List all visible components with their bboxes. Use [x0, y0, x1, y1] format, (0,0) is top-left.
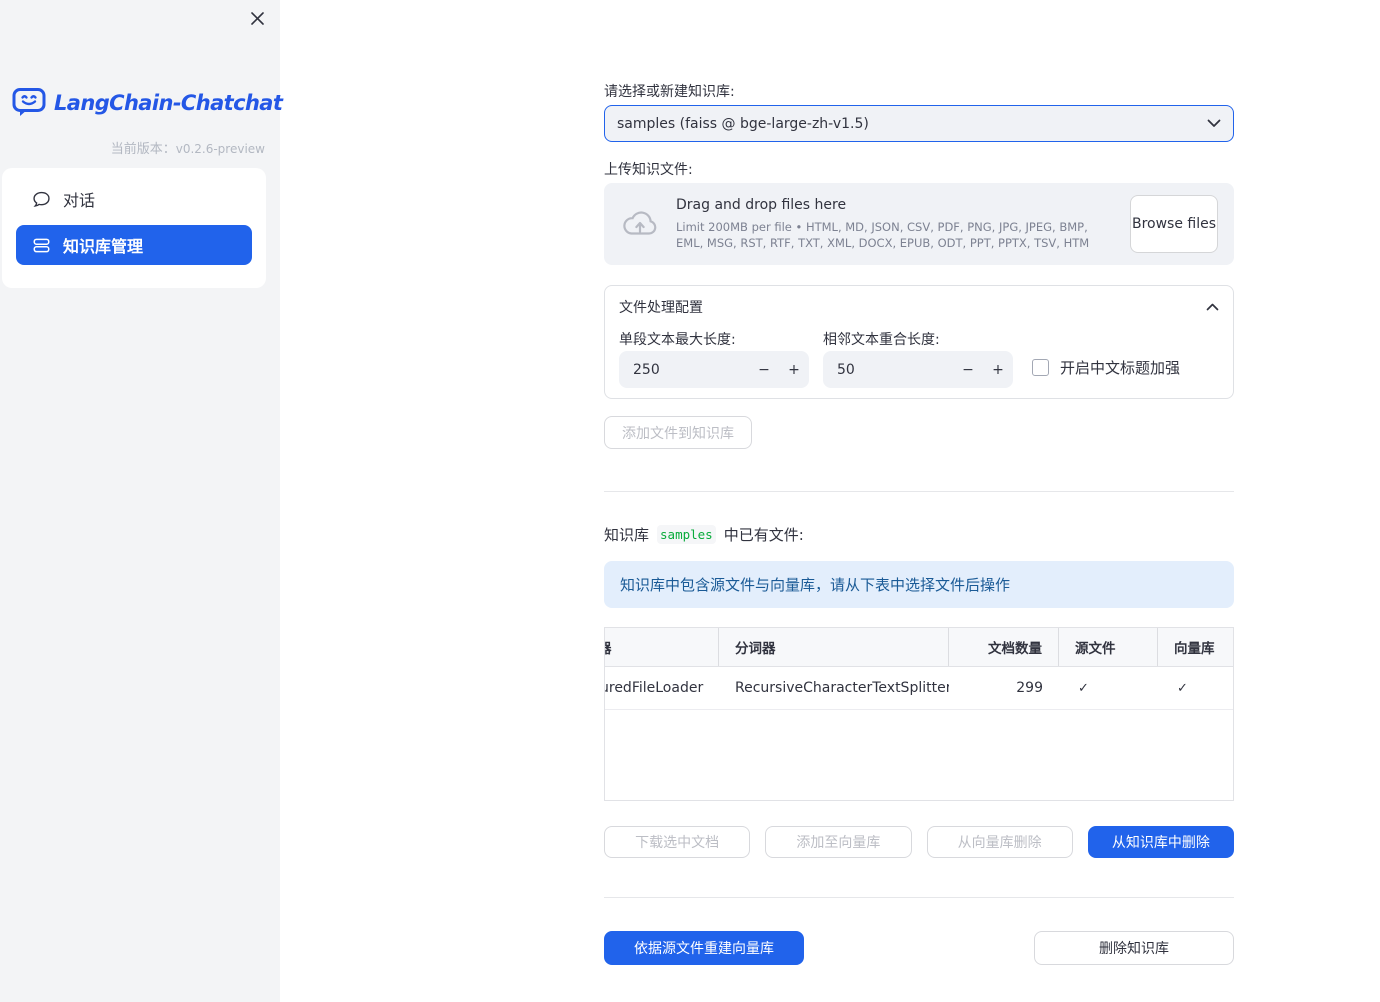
- divider: [604, 897, 1234, 898]
- expander-title: 文件处理配置: [619, 300, 703, 316]
- file-config-expander: 文件处理配置 单段文本最大长度: 相邻文本重合长度: 250 − + 50 − …: [604, 285, 1234, 399]
- uploader-limit-text: Limit 200MB per file • HTML, MD, JSON, C…: [676, 219, 1090, 250]
- kb-selected-value: samples (faiss @ bge-large-zh-v1.5): [617, 115, 869, 132]
- sidebar-menu: 对话 知识库管理: [2, 168, 266, 288]
- version-info: 当前版本：v0.2.6-preview: [111, 138, 265, 157]
- chat-smiley-logo-icon: [12, 87, 46, 118]
- kb-files-suffix: 中已有文件:: [723, 526, 804, 544]
- sidebar-item-label: 知识库管理: [63, 237, 144, 256]
- app-title: LangChain-Chatchat: [54, 90, 283, 115]
- checkbox-icon: [1032, 359, 1049, 376]
- table-row[interactable]: uredFileLoader RecursiveCharacterTextSpl…: [605, 667, 1233, 710]
- main-content: 请选择或新建知识库: samples (faiss @ bge-large-zh…: [604, 0, 1234, 1002]
- file-action-buttons: 下载选中文档 添加至向量库 从向量库删除 从知识库中删除: [604, 826, 1234, 858]
- kb-files-heading: 知识库 samples 中已有文件:: [604, 524, 804, 545]
- increment-button[interactable]: +: [983, 351, 1013, 388]
- zh-title-enhance-label: 开启中文标题加强: [1060, 359, 1181, 377]
- uploader-text-block: Drag and drop files here Limit 200MB per…: [676, 197, 1114, 251]
- chunk-overlap-label: 相邻文本重合长度:: [823, 332, 940, 348]
- file-uploader-dropzone[interactable]: Drag and drop files here Limit 200MB per…: [604, 183, 1234, 265]
- upload-label: 上传知识文件:: [604, 162, 693, 178]
- expander-header[interactable]: 文件处理配置: [605, 286, 1233, 317]
- delete-kb-button[interactable]: 删除知识库: [1034, 931, 1234, 965]
- decrement-button[interactable]: −: [953, 351, 983, 388]
- cell-vector-check: ✓: [1177, 680, 1188, 696]
- zh-title-enhance-checkbox[interactable]: 开启中文标题加强: [1032, 357, 1180, 378]
- add-files-to-kb-button[interactable]: 添加文件到知识库: [604, 416, 752, 449]
- info-banner: 知识库中包含源文件与向量库，请从下表中选择文件后操作: [604, 561, 1234, 608]
- chevron-up-icon: [1206, 303, 1219, 311]
- sidebar: LangChain-Chatchat 当前版本：v0.2.6-preview 对…: [0, 0, 283, 1002]
- cloud-upload-icon: [620, 208, 660, 240]
- info-message: 知识库中包含源文件与向量库，请从下表中选择文件后操作: [620, 576, 1011, 594]
- column-header-splitter: 分词器: [719, 628, 949, 666]
- sidebar-close-button[interactable]: [247, 8, 267, 28]
- chunk-size-value: 250: [633, 361, 660, 378]
- rebuild-vector-store-button[interactable]: 依据源文件重建向量库: [604, 931, 804, 965]
- sidebar-item-label: 对话: [63, 191, 96, 210]
- chunk-size-label: 单段文本最大长度:: [619, 332, 736, 348]
- sidebar-item-knowledge-base[interactable]: 知识库管理: [16, 225, 252, 265]
- kb-name-code: samples: [657, 525, 716, 544]
- table-header-row: 器 分词器 文档数量 源文件 向量库: [605, 628, 1233, 667]
- close-icon: [250, 11, 265, 26]
- delete-from-vector-store-button[interactable]: 从向量库删除: [926, 826, 1073, 858]
- version-value: v0.2.6-preview: [175, 142, 265, 156]
- chevron-down-icon: [1207, 119, 1221, 128]
- column-header-docs-count: 文档数量: [949, 628, 1059, 666]
- kb-management-buttons: 依据源文件重建向量库 删除知识库: [604, 931, 1234, 965]
- cell-loader: uredFileLoader: [605, 680, 704, 696]
- chunk-size-input[interactable]: 250 − +: [619, 351, 809, 388]
- kb-files-prefix: 知识库: [604, 526, 650, 544]
- kb-select-dropdown[interactable]: samples (faiss @ bge-large-zh-v1.5): [604, 105, 1234, 142]
- browse-files-button[interactable]: Browse files: [1130, 195, 1218, 253]
- uploader-title: Drag and drop files here: [676, 196, 847, 213]
- app-window: LangChain-Chatchat 当前版本：v0.2.6-preview 对…: [0, 0, 1380, 1002]
- increment-button[interactable]: +: [779, 351, 809, 388]
- decrement-button[interactable]: −: [749, 351, 779, 388]
- chunk-overlap-value: 50: [837, 361, 855, 378]
- cell-source-check: ✓: [1078, 680, 1089, 696]
- column-header-loader: 器: [605, 628, 719, 666]
- version-label: 当前版本：: [110, 142, 176, 157]
- kb-select-label: 请选择或新建知识库:: [604, 84, 735, 100]
- cell-splitter: RecursiveCharacterTextSplitter: [735, 680, 949, 696]
- kb-files-table: 器 分词器 文档数量 源文件 向量库 uredFileLoader Recurs…: [604, 627, 1234, 801]
- column-header-source-file: 源文件: [1059, 628, 1158, 666]
- stack-icon: [33, 237, 50, 254]
- add-to-vector-store-button[interactable]: 添加至向量库: [765, 826, 912, 858]
- delete-from-kb-button[interactable]: 从知识库中删除: [1087, 826, 1234, 858]
- divider: [604, 491, 1234, 492]
- brand-logo: LangChain-Chatchat: [12, 87, 283, 118]
- download-selected-button[interactable]: 下载选中文档: [604, 826, 751, 858]
- chunk-overlap-input[interactable]: 50 − +: [823, 351, 1013, 388]
- chat-bubble-icon: [33, 191, 50, 208]
- sidebar-item-dialogue[interactable]: 对话: [16, 179, 252, 219]
- column-header-vector-store: 向量库: [1174, 641, 1215, 657]
- cell-docs-count: 299: [1016, 680, 1043, 696]
